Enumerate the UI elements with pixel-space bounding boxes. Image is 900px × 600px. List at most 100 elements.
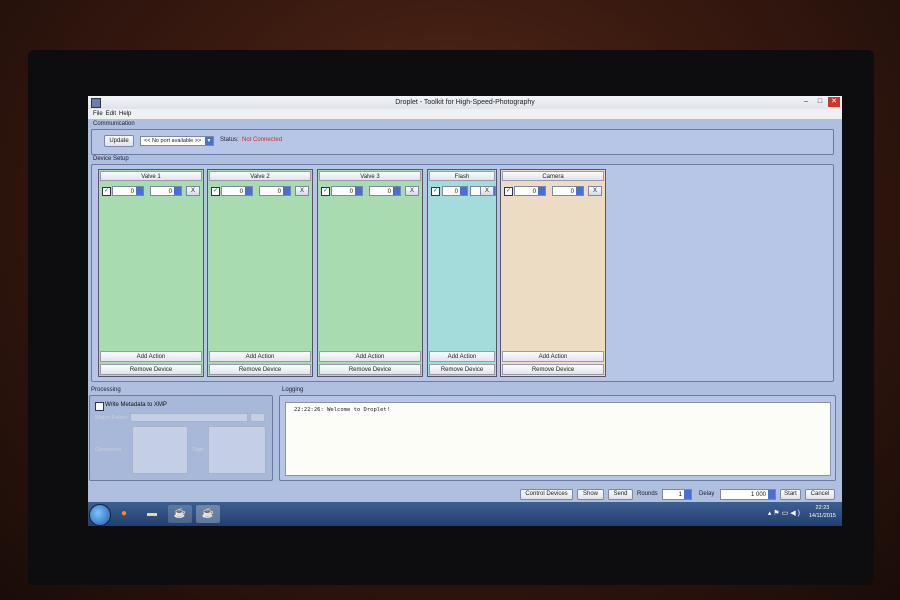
action-duration-spinner[interactable]: 0 xyxy=(552,186,584,196)
spinner-arrows-icon xyxy=(768,490,775,499)
add-action-button[interactable]: Add Action xyxy=(100,351,202,362)
action-duration-value: 0 xyxy=(387,189,391,195)
clock[interactable]: 22:23 14/11/2015 xyxy=(809,504,836,520)
system-tray-icons[interactable]: ▴⚑▭◀) xyxy=(768,509,802,517)
write-metadata-checkbox[interactable] xyxy=(95,402,104,411)
spinner-arrows-icon xyxy=(393,187,400,195)
spinner-arrows-icon xyxy=(245,187,252,195)
communication-panel: Update << No port available >> ▼ Status:… xyxy=(91,129,834,155)
spinner-arrows-icon xyxy=(460,187,467,195)
action-start-value: 0 xyxy=(454,189,458,195)
add-action-button[interactable]: Add Action xyxy=(429,351,495,362)
remove-device-button[interactable]: Remove Device xyxy=(100,364,202,375)
action-start-spinner[interactable]: 0 xyxy=(514,186,546,196)
action-start-value: 0 xyxy=(532,189,536,195)
device-name: Flash xyxy=(429,171,495,181)
add-action-button[interactable]: Add Action xyxy=(319,351,421,362)
remove-action-button[interactable]: X xyxy=(480,186,494,196)
action-enabled-checkbox[interactable]: ✓ xyxy=(504,187,513,196)
remove-device-button[interactable]: Remove Device xyxy=(209,364,311,375)
action-start-spinner[interactable]: 0 xyxy=(221,186,253,196)
send-button[interactable]: Send xyxy=(608,489,633,500)
rounds-label: Rounds xyxy=(637,491,658,497)
action-enabled-checkbox[interactable]: ✓ xyxy=(431,187,440,196)
action-duration-value: 0 xyxy=(570,189,574,195)
browse-button[interactable] xyxy=(250,413,265,422)
action-enabled-checkbox[interactable]: ✓ xyxy=(211,187,220,196)
droplet-app-icon[interactable]: ☕ xyxy=(196,505,220,523)
remove-device-button[interactable]: Remove Device xyxy=(429,364,495,375)
device-column: Camera ✓ 0 0 X Add Action Remove Device xyxy=(500,169,606,377)
clock-date: 14/11/2015 xyxy=(808,513,836,519)
action-start-value: 0 xyxy=(349,189,353,195)
device-column: Valve 3 ✓ 0 0 X Add Action Remove Device xyxy=(317,169,423,377)
windows-start-icon[interactable] xyxy=(89,504,111,526)
device-name: Valve 1 xyxy=(100,171,202,181)
action-start-spinner[interactable]: 0 xyxy=(331,186,363,196)
logging-section-label: Logging xyxy=(282,387,304,393)
action-duration-spinner[interactable]: 0 xyxy=(150,186,182,196)
tags-input[interactable] xyxy=(208,426,266,474)
action-row: ✓00X xyxy=(430,185,496,197)
chevron-down-icon: ▼ xyxy=(205,137,213,145)
action-duration-spinner[interactable]: 0 xyxy=(259,186,291,196)
tags-label: Tags xyxy=(192,447,204,453)
action-duration-value: 0 xyxy=(277,189,281,195)
comments-input[interactable] xyxy=(132,426,188,474)
java-app-icon[interactable]: ☕ xyxy=(168,505,192,523)
spinner-arrows-icon xyxy=(355,187,362,195)
start-button[interactable]: Start xyxy=(780,489,801,500)
add-action-button[interactable]: Add Action xyxy=(209,351,311,362)
processing-panel: Write Metadata to XMP Watch Folder Comme… xyxy=(89,395,273,481)
action-start-spinner[interactable]: 0 xyxy=(442,186,468,196)
processing-section-label: Processing xyxy=(91,387,121,393)
close-icon[interactable]: ✕ xyxy=(828,97,840,107)
port-select[interactable]: << No port available >> ▼ xyxy=(140,136,214,146)
action-enabled-checkbox[interactable]: ✓ xyxy=(102,187,111,196)
watch-folder-input[interactable] xyxy=(130,413,248,422)
device-column: Valve 1 ✓ 0 0 X Add Action Remove Device xyxy=(98,169,204,377)
menu-edit[interactable]: Edit xyxy=(106,111,116,117)
maximize-icon[interactable]: □ xyxy=(814,97,826,107)
remove-action-button[interactable]: X xyxy=(405,186,419,196)
spinner-arrows-icon xyxy=(136,187,143,195)
remove-action-button[interactable]: X xyxy=(295,186,309,196)
device-column: Valve 2 ✓ 0 0 X Add Action Remove Device xyxy=(207,169,313,377)
rounds-spinner[interactable]: 1 xyxy=(662,489,692,500)
remove-action-button[interactable]: X xyxy=(588,186,602,196)
action-start-value: 0 xyxy=(239,189,243,195)
control-devices-button[interactable]: Control Devices xyxy=(520,489,573,500)
minimize-icon[interactable]: – xyxy=(800,97,812,107)
action-enabled-checkbox[interactable]: ✓ xyxy=(321,187,330,196)
remove-device-button[interactable]: Remove Device xyxy=(502,364,604,375)
menu-file[interactable]: File xyxy=(93,111,103,117)
add-action-button[interactable]: Add Action xyxy=(502,351,604,362)
watch-folder-label: Watch Folder xyxy=(95,415,128,421)
delay-spinner[interactable]: 1 000 xyxy=(720,489,776,500)
firefox-icon[interactable]: ● xyxy=(112,505,136,523)
remove-action-button[interactable]: X xyxy=(186,186,200,196)
menu-help[interactable]: Help xyxy=(119,111,131,117)
spinner-arrows-icon xyxy=(576,187,583,195)
action-row: ✓ 0 0 X xyxy=(210,185,310,197)
status-label: Status: xyxy=(220,137,239,143)
update-button[interactable]: Update xyxy=(104,135,134,147)
communication-section-label: Communication xyxy=(93,121,135,127)
device-column: Flash✓00XAdd ActionRemove Device xyxy=(427,169,497,377)
folder-icon[interactable]: ▬ xyxy=(140,505,164,523)
port-select-value: << No port available >> xyxy=(144,138,202,144)
log-output[interactable]: 22:22:26: Welcome to Droplet! xyxy=(285,402,831,476)
cancel-button[interactable]: Cancel xyxy=(805,489,835,500)
spinner-arrows-icon xyxy=(538,187,545,195)
action-start-spinner[interactable]: 0 xyxy=(112,186,144,196)
app-icon xyxy=(91,98,101,108)
remove-device-button[interactable]: Remove Device xyxy=(319,364,421,375)
show-button[interactable]: Show xyxy=(577,489,604,500)
device-name: Valve 2 xyxy=(209,171,311,181)
delay-value: 1 000 xyxy=(750,492,766,498)
taskbar: ● ▬ ☕ ☕ ▴⚑▭◀) 22:23 14/11/2015 xyxy=(88,502,842,526)
action-duration-spinner[interactable]: 0 xyxy=(369,186,401,196)
action-row: ✓ 0 0 X xyxy=(503,185,603,197)
window-titlebar: Droplet - Toolkit for High-Speed-Photogr… xyxy=(88,96,842,109)
rounds-value: 1 xyxy=(678,492,682,498)
